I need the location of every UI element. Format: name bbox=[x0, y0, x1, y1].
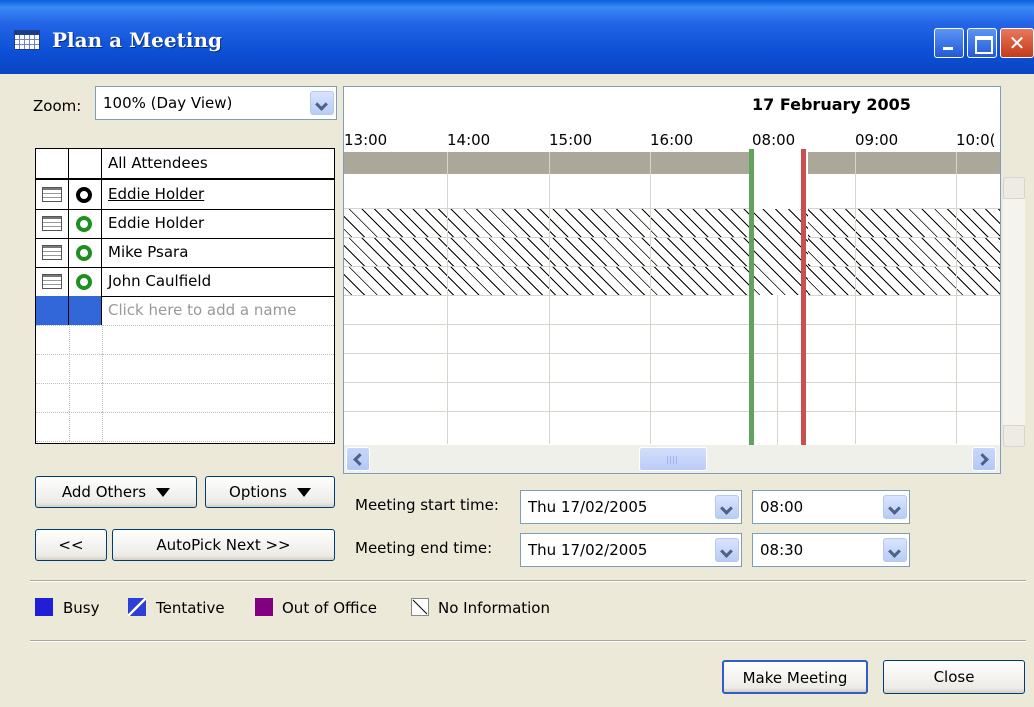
prev-label: << bbox=[58, 536, 84, 554]
chevron-down-icon[interactable] bbox=[883, 495, 907, 519]
no-information-block bbox=[344, 238, 1000, 266]
zoom-select[interactable]: 100% (Day View) bbox=[95, 86, 337, 120]
chevron-down-icon[interactable] bbox=[883, 538, 907, 562]
attendee-name[interactable]: Mike Psara bbox=[108, 243, 188, 261]
hour-label: 09:00 bbox=[855, 131, 899, 149]
make-meeting-label: Make Meeting bbox=[742, 669, 848, 687]
busy-legend-label: Busy bbox=[63, 599, 100, 617]
empty-row[interactable] bbox=[36, 383, 334, 413]
close-icon: ✕ bbox=[1008, 31, 1026, 55]
scroll-down-button[interactable] bbox=[1003, 425, 1025, 447]
hour-label: 10:0( bbox=[956, 131, 996, 149]
start-date-value: Thu 17/02/2005 bbox=[528, 498, 648, 516]
schedule-date: 17 February 2005 bbox=[752, 95, 911, 114]
empty-row[interactable] bbox=[36, 354, 334, 384]
end-date-value: Thu 17/02/2005 bbox=[528, 541, 648, 559]
out-of-office-swatch bbox=[255, 598, 273, 616]
add-others-label: Add Others bbox=[61, 483, 147, 501]
tentative-swatch bbox=[128, 598, 146, 616]
attendee-name[interactable]: Eddie Holder bbox=[108, 214, 204, 232]
dropdown-arrow-icon bbox=[296, 488, 311, 497]
start-time-select[interactable]: 08:00 bbox=[752, 490, 910, 524]
attendee-status-icon[interactable] bbox=[76, 216, 92, 232]
out-of-office-legend-label: Out of Office bbox=[282, 599, 377, 617]
all-attendees-busy-bar bbox=[344, 152, 1000, 174]
minimize-button[interactable] bbox=[934, 28, 964, 58]
all-attendees-header: All Attendees bbox=[108, 154, 208, 172]
calendar-icon bbox=[14, 30, 40, 50]
divider bbox=[30, 580, 1026, 582]
selected-slot-no-information bbox=[752, 209, 808, 295]
close-button[interactable]: Close bbox=[883, 660, 1025, 694]
add-others-button[interactable]: Add Others bbox=[35, 476, 197, 508]
end-time-select[interactable]: 08:30 bbox=[752, 533, 910, 567]
message-icon[interactable] bbox=[42, 245, 62, 260]
add-name-input[interactable]: Click here to add a name bbox=[108, 301, 296, 319]
message-icon[interactable] bbox=[42, 216, 62, 231]
hour-label: 15:00 bbox=[549, 131, 593, 149]
make-meeting-button[interactable]: Make Meeting bbox=[722, 660, 868, 694]
attendee-name[interactable]: Eddie Holder bbox=[108, 185, 204, 203]
empty-row[interactable] bbox=[36, 325, 334, 355]
no-information-block bbox=[344, 209, 1000, 237]
busy-swatch bbox=[35, 598, 53, 616]
no-information-legend-label: No Information bbox=[438, 599, 550, 617]
attendee-row[interactable]: John Caulfield bbox=[36, 267, 334, 297]
autopick-previous-button[interactable]: << bbox=[35, 529, 107, 561]
message-icon[interactable] bbox=[42, 187, 62, 202]
chevron-down-icon[interactable] bbox=[715, 495, 739, 519]
tentative-legend-label: Tentative bbox=[156, 599, 225, 617]
window-title: Plan a Meeting bbox=[52, 28, 222, 52]
hour-label: 16:00 bbox=[650, 131, 694, 149]
vertical-scrollbar[interactable] bbox=[1003, 177, 1025, 447]
scroll-up-button[interactable] bbox=[1003, 177, 1025, 199]
attendee-status-icon[interactable] bbox=[76, 274, 92, 290]
end-date-select[interactable]: Thu 17/02/2005 bbox=[520, 533, 742, 567]
organizer-status-icon[interactable] bbox=[76, 187, 92, 203]
attendee-name[interactable]: John Caulfield bbox=[108, 272, 211, 290]
meeting-start-marker[interactable] bbox=[749, 149, 754, 445]
attendee-row[interactable]: Mike Psara bbox=[36, 238, 334, 268]
hour-label: 13:00 bbox=[344, 131, 388, 149]
scroll-left-button[interactable] bbox=[346, 447, 370, 471]
attendee-header-row: All Attendees bbox=[36, 149, 334, 180]
maximize-button[interactable] bbox=[967, 28, 997, 58]
autopick-next-button[interactable]: AutoPick Next >> bbox=[112, 529, 335, 561]
meeting-end-marker[interactable] bbox=[801, 149, 806, 445]
attendee-status-icon[interactable] bbox=[76, 245, 92, 261]
close-label: Close bbox=[933, 668, 975, 686]
hour-label: 08:00 bbox=[752, 131, 796, 149]
plan-a-meeting-window: Plan a Meeting ✕ Zoom: 100% (Day View) A… bbox=[0, 0, 1034, 707]
title-bar: Plan a Meeting ✕ bbox=[0, 0, 1034, 74]
options-button[interactable]: Options bbox=[205, 476, 335, 508]
attendee-row[interactable]: Eddie Holder bbox=[36, 180, 334, 210]
divider bbox=[30, 640, 1026, 642]
scroll-right-button[interactable] bbox=[972, 447, 996, 471]
attendee-row[interactable]: Eddie Holder bbox=[36, 209, 334, 239]
add-attendee-row[interactable]: Click here to add a name bbox=[36, 296, 334, 326]
zoom-label: Zoom: bbox=[33, 97, 82, 115]
selected-meeting-slot[interactable] bbox=[752, 149, 808, 445]
autopick-label: AutoPick Next >> bbox=[156, 536, 291, 554]
chevron-down-icon[interactable] bbox=[715, 538, 739, 562]
no-information-block bbox=[344, 267, 1000, 295]
options-label: Options bbox=[229, 483, 287, 501]
zoom-value: 100% (Day View) bbox=[103, 94, 233, 112]
end-time-value: 08:30 bbox=[760, 541, 804, 559]
empty-row[interactable] bbox=[36, 412, 334, 442]
hour-label: 14:00 bbox=[447, 131, 491, 149]
dropdown-arrow-icon bbox=[156, 488, 171, 497]
scroll-thumb[interactable] bbox=[639, 447, 707, 471]
start-time-label: Meeting start time: bbox=[355, 496, 499, 514]
start-date-select[interactable]: Thu 17/02/2005 bbox=[520, 490, 742, 524]
message-icon[interactable] bbox=[42, 274, 62, 289]
start-time-value: 08:00 bbox=[760, 498, 804, 516]
end-time-label: Meeting end time: bbox=[355, 539, 493, 557]
chevron-down-icon[interactable] bbox=[310, 91, 334, 115]
close-window-button[interactable]: ✕ bbox=[1000, 28, 1034, 58]
no-information-swatch bbox=[411, 598, 429, 616]
free-busy-grid[interactable]: 17 February 2005 13:00 14:00 15:00 16:00… bbox=[343, 86, 1001, 474]
horizontal-scrollbar[interactable] bbox=[344, 445, 1000, 473]
attendee-list: All Attendees Eddie Holder Eddie Holder … bbox=[35, 148, 335, 444]
